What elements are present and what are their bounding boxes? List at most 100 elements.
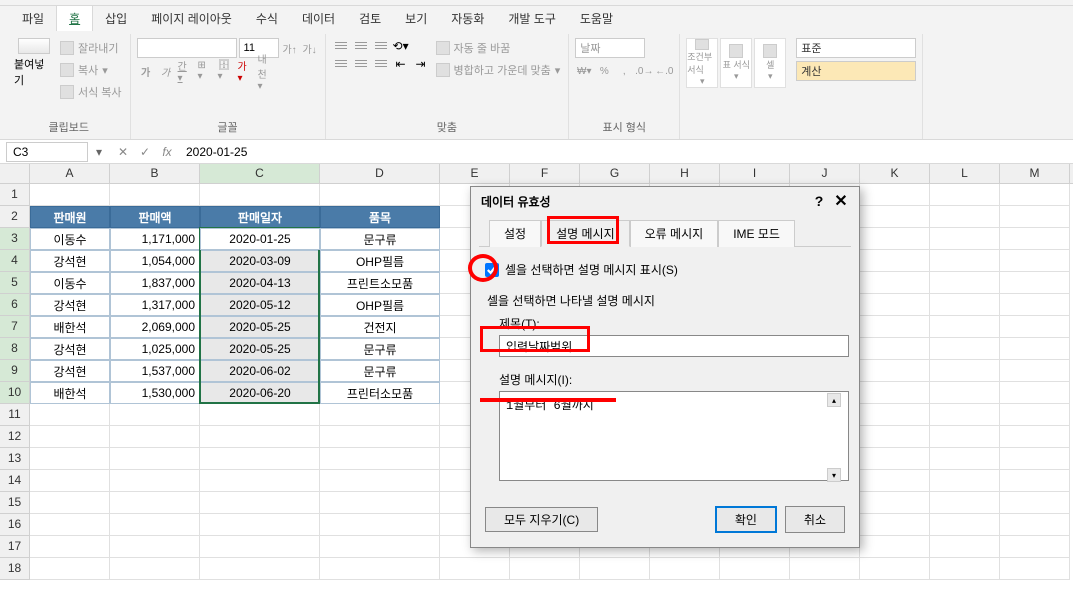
empty-cell[interactable] xyxy=(1000,492,1070,514)
data-cell[interactable]: 문구류 xyxy=(320,360,440,382)
empty-cell[interactable] xyxy=(110,492,200,514)
empty-cell[interactable] xyxy=(200,558,320,580)
empty-cell[interactable] xyxy=(30,470,110,492)
orientation-button[interactable]: ⟲▾ xyxy=(392,38,410,54)
col-header-I[interactable]: I xyxy=(720,164,790,183)
empty-cell[interactable] xyxy=(860,382,930,404)
data-cell[interactable]: 건전지 xyxy=(320,316,440,338)
empty-cell[interactable] xyxy=(860,316,930,338)
empty-cell[interactable] xyxy=(320,184,440,206)
row-header-7[interactable]: 7 xyxy=(0,316,30,338)
textarea-scroll-up[interactable]: ▴ xyxy=(827,393,841,407)
empty-cell[interactable] xyxy=(30,514,110,536)
indent-inc-button[interactable]: ⇥ xyxy=(412,56,430,72)
font-name-input[interactable] xyxy=(137,38,237,58)
empty-cell[interactable] xyxy=(1000,250,1070,272)
row-header-15[interactable]: 15 xyxy=(0,492,30,514)
empty-cell[interactable] xyxy=(860,426,930,448)
ok-button[interactable]: 확인 xyxy=(715,506,777,533)
menu-home[interactable]: 홈 xyxy=(56,5,93,31)
empty-cell[interactable] xyxy=(1000,404,1070,426)
empty-cell[interactable] xyxy=(930,536,1000,558)
empty-cell[interactable] xyxy=(1000,294,1070,316)
menu-developer[interactable]: 개발 도구 xyxy=(496,6,568,31)
col-header-K[interactable]: K xyxy=(860,164,930,183)
empty-cell[interactable] xyxy=(320,470,440,492)
empty-cell[interactable] xyxy=(200,470,320,492)
empty-cell[interactable] xyxy=(580,558,650,580)
data-cell[interactable]: 2020-04-13 xyxy=(200,272,320,294)
empty-cell[interactable] xyxy=(930,338,1000,360)
empty-cell[interactable] xyxy=(930,470,1000,492)
empty-cell[interactable] xyxy=(1000,272,1070,294)
empty-cell[interactable] xyxy=(1000,360,1070,382)
menu-auto[interactable]: 자동화 xyxy=(439,6,496,31)
empty-cell[interactable] xyxy=(200,536,320,558)
clear-all-button[interactable]: 모두 지우기(C) xyxy=(485,507,598,532)
col-header-D[interactable]: D xyxy=(320,164,440,183)
data-cell[interactable]: 2,069,000 xyxy=(110,316,200,338)
row-header-18[interactable]: 18 xyxy=(0,558,30,580)
empty-cell[interactable] xyxy=(320,514,440,536)
empty-cell[interactable] xyxy=(1000,228,1070,250)
col-header-J[interactable]: J xyxy=(790,164,860,183)
table-header-cell[interactable]: 품목 xyxy=(320,206,440,228)
style-standard[interactable]: 표준 xyxy=(796,38,916,58)
textarea-scroll-down[interactable]: ▾ xyxy=(827,468,841,482)
menu-insert[interactable]: 삽입 xyxy=(93,6,139,31)
empty-cell[interactable] xyxy=(30,558,110,580)
data-cell[interactable]: 강석현 xyxy=(30,294,110,316)
bold-button[interactable]: 가 xyxy=(137,62,155,80)
empty-cell[interactable] xyxy=(930,206,1000,228)
fill-color-button[interactable]: 🗄 ▾ xyxy=(217,62,235,80)
menu-review[interactable]: 검토 xyxy=(347,6,393,31)
empty-cell[interactable] xyxy=(320,426,440,448)
enter-formula-button[interactable]: ✓ xyxy=(134,142,156,162)
empty-cell[interactable] xyxy=(440,558,510,580)
data-cell[interactable]: OHP필름 xyxy=(320,294,440,316)
row-header-12[interactable]: 12 xyxy=(0,426,30,448)
col-header-C[interactable]: C xyxy=(200,164,320,183)
empty-cell[interactable] xyxy=(200,448,320,470)
col-header-E[interactable]: E xyxy=(440,164,510,183)
comma-button[interactable]: , xyxy=(615,62,633,80)
wrap-text-button[interactable]: 자동 줄 바꿈 xyxy=(434,38,563,58)
copy-button[interactable]: 복사 ▾ xyxy=(58,60,124,80)
empty-cell[interactable] xyxy=(110,558,200,580)
name-box-dropdown[interactable]: ▾ xyxy=(92,142,106,162)
empty-cell[interactable] xyxy=(510,558,580,580)
data-cell[interactable]: 강석현 xyxy=(30,338,110,360)
empty-cell[interactable] xyxy=(860,558,930,580)
empty-cell[interactable] xyxy=(320,558,440,580)
empty-cell[interactable] xyxy=(1000,316,1070,338)
col-header-A[interactable]: A xyxy=(30,164,110,183)
paste-button[interactable]: 붙여넣기 xyxy=(14,38,54,88)
empty-cell[interactable] xyxy=(320,536,440,558)
empty-cell[interactable] xyxy=(110,536,200,558)
empty-cell[interactable] xyxy=(860,448,930,470)
empty-cell[interactable] xyxy=(1000,470,1070,492)
empty-cell[interactable] xyxy=(860,184,930,206)
align-center-button[interactable] xyxy=(352,56,370,72)
number-format-select[interactable] xyxy=(575,38,645,58)
empty-cell[interactable] xyxy=(30,448,110,470)
cell-styles-button[interactable]: 셀▾ xyxy=(754,38,786,88)
align-middle-button[interactable] xyxy=(352,38,370,54)
cond-format-button[interactable]: 조건부 서식▾ xyxy=(686,38,718,88)
empty-cell[interactable] xyxy=(930,228,1000,250)
menu-data[interactable]: 데이터 xyxy=(290,6,347,31)
empty-cell[interactable] xyxy=(30,536,110,558)
empty-cell[interactable] xyxy=(860,272,930,294)
row-header-8[interactable]: 8 xyxy=(0,338,30,360)
tab-error-alert[interactable]: 오류 메시지 xyxy=(630,220,719,247)
data-cell[interactable]: 배한석 xyxy=(30,316,110,338)
empty-cell[interactable] xyxy=(930,382,1000,404)
col-header-M[interactable]: M xyxy=(1000,164,1070,183)
empty-cell[interactable] xyxy=(930,316,1000,338)
empty-cell[interactable] xyxy=(720,558,790,580)
empty-cell[interactable] xyxy=(200,184,320,206)
col-header-H[interactable]: H xyxy=(650,164,720,183)
font-color-button[interactable]: 가 ▾ xyxy=(237,62,255,80)
empty-cell[interactable] xyxy=(110,514,200,536)
increase-font-button[interactable]: 가↑ xyxy=(281,39,299,57)
